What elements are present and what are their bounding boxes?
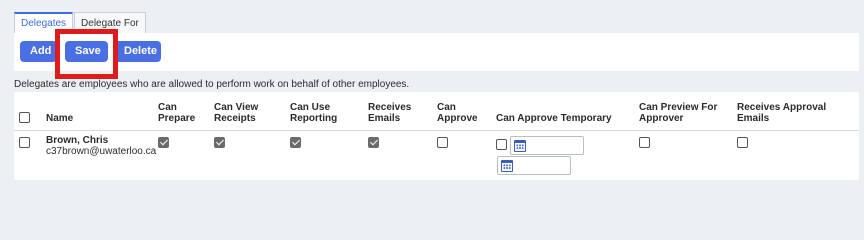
temp-end-date-input[interactable] xyxy=(497,156,571,175)
add-button[interactable]: Add xyxy=(20,41,57,62)
header-can-preview-for-approver: Can Preview For Approver xyxy=(639,102,718,124)
toolbar: Add Save Delete xyxy=(14,33,859,71)
delegate-email: c37brown@uwaterloo.ca xyxy=(46,146,157,157)
can-approve-checkbox[interactable] xyxy=(437,137,448,148)
delete-button[interactable]: Delete xyxy=(114,41,161,62)
can-approve-temporary-checkbox[interactable] xyxy=(496,139,507,150)
header-can-view-receipts: Can View Receipts xyxy=(214,102,259,124)
can-prepare-checkbox[interactable] xyxy=(158,137,169,148)
can-view-receipts-checkbox[interactable] xyxy=(214,137,225,148)
can-use-reporting-checkbox[interactable] xyxy=(290,137,301,148)
calendar-icon[interactable] xyxy=(514,140,526,152)
header-receives-approval-emails: Receives Approval Emails xyxy=(737,102,827,124)
delegates-description: Delegates are employees who are allowed … xyxy=(14,79,410,90)
header-can-prepare: Can Prepare xyxy=(158,102,196,124)
select-all-checkbox[interactable] xyxy=(19,112,30,123)
receives-emails-checkbox[interactable] xyxy=(368,137,379,148)
header-can-approve-temporary: Can Approve Temporary xyxy=(496,113,612,124)
calendar-icon[interactable] xyxy=(501,160,513,172)
delegates-table: Name Can Prepare Can View Receipts Can Use… xyxy=(14,92,859,180)
row-select-checkbox[interactable] xyxy=(19,137,30,148)
header-can-approve: Can Approve xyxy=(437,102,478,124)
header-divider xyxy=(14,130,859,131)
temp-start-date-input[interactable] xyxy=(510,136,584,155)
receives-approval-emails-checkbox[interactable] xyxy=(737,137,748,148)
save-button-highlight-box xyxy=(55,29,118,79)
header-receives-emails: Receives Emails xyxy=(368,102,412,124)
header-can-use-reporting: Can Use Reporting xyxy=(290,102,338,124)
header-name: Name xyxy=(46,113,74,124)
can-preview-for-approver-checkbox[interactable] xyxy=(639,137,650,148)
